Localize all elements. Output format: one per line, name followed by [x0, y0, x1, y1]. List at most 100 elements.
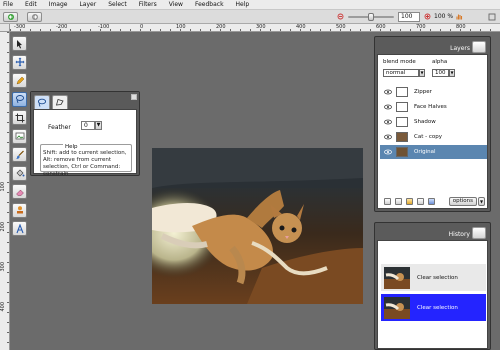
ruler-label: -200 [56, 24, 68, 30]
ruler-label: -300 [14, 24, 26, 30]
delete-layer-icon[interactable] [428, 197, 435, 205]
lasso-icon [15, 95, 24, 104]
menu-feedback[interactable]: Feedback [195, 1, 224, 8]
menu-select[interactable]: Select [108, 1, 127, 8]
polygon-lasso-icon [55, 98, 64, 106]
layer-thumbnail [396, 147, 408, 157]
blend-mode-label: blend mode [383, 59, 416, 65]
text-icon [15, 223, 24, 233]
layer-row[interactable]: Zipper [380, 85, 487, 99]
zoom-in-icon[interactable] [424, 13, 432, 21]
fit-screen-icon[interactable] [488, 13, 496, 21]
menu-image[interactable]: Image [49, 1, 68, 8]
tool-options-body: Feather 0 ▼ Help Shift: add to current s… [33, 109, 137, 177]
history-title: History [448, 231, 470, 238]
layer-thumbnail [396, 117, 408, 127]
image-tool[interactable] [12, 128, 27, 144]
layer-name: Shadow [414, 119, 436, 125]
layers-panel-menu-icon[interactable] [472, 41, 486, 53]
stamp-tool[interactable] [12, 202, 27, 218]
select-tool[interactable] [12, 36, 27, 51]
history-label: Clear selection [417, 274, 458, 281]
image-icon [15, 132, 24, 140]
menu-help[interactable]: Help [236, 1, 250, 8]
close-icon[interactable] [131, 94, 137, 100]
duplicate-layer-icon[interactable] [395, 197, 402, 205]
pencil-tool[interactable] [12, 73, 27, 88]
menu-filters[interactable]: Filters [139, 1, 157, 8]
chevron-down-icon[interactable]: ▼ [95, 121, 102, 130]
layers-panel: Layers blend mode alpha normal ▼ 100 ▼ Z… [374, 36, 491, 212]
help-box: Help Shift: add to current selection, Al… [40, 144, 132, 177]
zoom-out-icon[interactable] [337, 13, 345, 21]
move-tool[interactable] [12, 54, 27, 70]
chevron-down-icon[interactable]: ▼ [478, 197, 485, 206]
eye-icon[interactable] [384, 149, 392, 155]
eraser-icon [15, 189, 24, 196]
ruler-label: 100 [0, 182, 6, 192]
layer-row[interactable]: Cat - copy [380, 130, 487, 144]
hand-icon[interactable] [455, 13, 463, 21]
zoom-input[interactable]: 100 [398, 12, 420, 22]
history-thumbnail [384, 296, 410, 319]
crop-icon [15, 113, 24, 122]
ruler-label: 100 [176, 24, 186, 30]
eye-icon[interactable] [384, 134, 392, 140]
eye-icon[interactable] [384, 119, 392, 125]
menu-layer[interactable]: Layer [79, 1, 96, 8]
alpha-select[interactable]: 100 [432, 69, 449, 77]
zoom-percent: 100 % [434, 13, 454, 20]
layer-row[interactable]: Shadow [380, 115, 487, 129]
history-panel-menu-icon[interactable] [472, 227, 486, 239]
vertical-ruler[interactable]: 100 200 300 400 [0, 32, 10, 350]
redo-button[interactable] [27, 12, 42, 22]
lock-icon[interactable] [417, 197, 424, 205]
help-text: Shift: add to current selection, Alt: re… [43, 150, 127, 177]
layer-name: Zipper [414, 89, 432, 95]
layer-name: Original [414, 149, 436, 155]
merge-layer-icon[interactable] [406, 197, 413, 205]
chevron-down-icon[interactable]: ▼ [449, 69, 455, 77]
history-thumbnail [384, 266, 410, 289]
layer-name: Cat - copy [414, 134, 442, 140]
layer-options-button[interactable]: options [448, 197, 477, 206]
layer-thumbnail [396, 87, 408, 97]
undo-button[interactable] [3, 12, 18, 22]
menu-file[interactable]: File [3, 1, 13, 8]
eraser-tool[interactable] [12, 184, 27, 199]
menu-edit[interactable]: Edit [25, 1, 37, 8]
toolbox [12, 36, 28, 240]
feather-label: Feather [48, 124, 71, 131]
eye-icon[interactable] [384, 104, 392, 110]
crop-tool[interactable] [12, 110, 27, 125]
ruler-label: 400 [0, 302, 6, 312]
tool-options-header [31, 92, 139, 110]
ruler-label: 0 [140, 24, 144, 30]
history-item-selected[interactable]: Clear selection [381, 294, 486, 321]
layer-row-selected[interactable]: Original [380, 145, 487, 159]
polygon-lasso-tab[interactable] [52, 95, 68, 109]
canvas-image[interactable] [152, 148, 363, 304]
layer-thumbnail [396, 132, 408, 142]
ruler-label: 300 [256, 24, 266, 30]
zoom-slider-thumb[interactable] [368, 13, 374, 21]
lasso-tool[interactable] [12, 91, 27, 107]
feather-select[interactable]: 0 [81, 121, 95, 130]
brush-tool[interactable] [12, 147, 27, 162]
horizontal-ruler[interactable]: -300 -200 -100 0 100 200 300 400 500 600… [10, 24, 500, 32]
text-tool[interactable] [12, 221, 27, 236]
layers-panel-body: blend mode alpha normal ▼ 100 ▼ Zipper F… [377, 54, 488, 209]
layer-row[interactable]: Face Halves [380, 100, 487, 114]
undo-icon [7, 14, 14, 20]
eye-icon[interactable] [384, 89, 392, 95]
menu-view[interactable]: View [169, 1, 183, 8]
ruler-label: 200 [216, 24, 226, 30]
fill-tool[interactable] [12, 165, 27, 181]
blend-mode-select[interactable]: normal [383, 69, 419, 77]
redo-icon [31, 14, 38, 20]
lasso-tab[interactable] [34, 95, 50, 109]
stamp-icon [16, 206, 23, 214]
chevron-down-icon[interactable]: ▼ [419, 69, 425, 77]
new-layer-icon[interactable] [384, 197, 391, 205]
history-item[interactable]: Clear selection [381, 264, 486, 291]
